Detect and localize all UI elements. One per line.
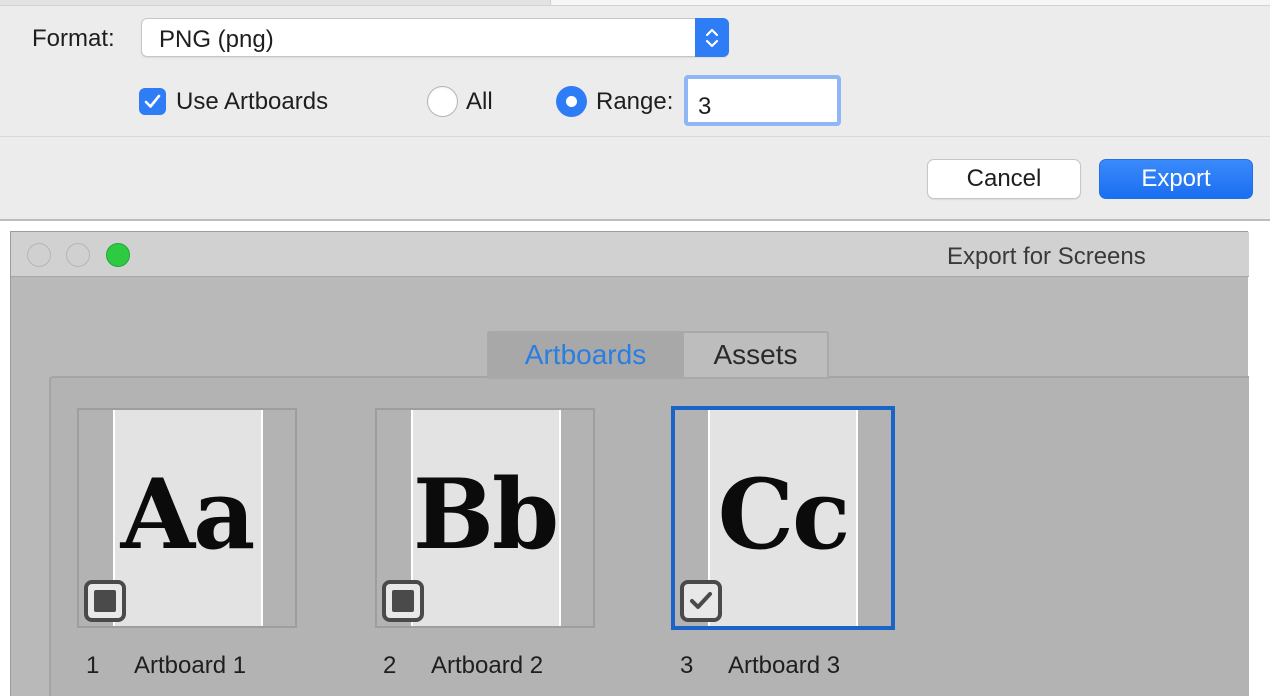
range-input[interactable] bbox=[684, 75, 841, 126]
use-artboards-checkbox[interactable] bbox=[139, 88, 166, 115]
radio-range[interactable] bbox=[556, 86, 587, 117]
radio-range-label: Range: bbox=[596, 88, 674, 115]
use-artboards-label: Use Artboards bbox=[176, 88, 329, 115]
artboard-number: 2 bbox=[383, 652, 397, 679]
artboard-name[interactable]: Artboard 3 bbox=[728, 652, 840, 679]
tab-assets[interactable]: Assets bbox=[683, 331, 829, 379]
dialog-top-strip bbox=[0, 0, 1270, 6]
mixed-state-icon bbox=[392, 590, 414, 612]
artboard-number: 1 bbox=[86, 652, 100, 679]
checkmark-icon bbox=[144, 94, 161, 108]
artboard-tile-selected[interactable]: Cc bbox=[671, 406, 895, 630]
artboard-caption: 1 Artboard 1 bbox=[86, 652, 246, 680]
format-select-value: PNG (png) bbox=[159, 26, 274, 53]
export-options-dialog: Format: PNG (png) Use Artboards All Rang… bbox=[0, 0, 1270, 221]
tab-artboards[interactable]: Artboards bbox=[487, 331, 683, 379]
radio-all[interactable] bbox=[427, 86, 458, 117]
radio-all-label: All bbox=[466, 88, 493, 115]
format-label: Format: bbox=[32, 25, 115, 52]
artboard-caption: 3 Artboard 3 bbox=[680, 652, 840, 680]
artboard-caption: 2 Artboard 2 bbox=[383, 652, 543, 680]
artboard-number: 3 bbox=[680, 652, 694, 679]
close-window-button[interactable] bbox=[27, 243, 51, 267]
artboard-tile[interactable]: Aa bbox=[77, 408, 297, 628]
minimize-window-button[interactable] bbox=[66, 243, 90, 267]
artboard-select-checkbox[interactable] bbox=[84, 580, 126, 622]
tab-bar: Artboards Assets bbox=[487, 331, 829, 379]
checkmark-icon bbox=[690, 592, 712, 609]
artboard-select-checkbox[interactable] bbox=[680, 580, 722, 622]
export-button[interactable]: Export bbox=[1099, 159, 1253, 199]
window-title: Export for Screens bbox=[947, 243, 1146, 270]
strip-highlight bbox=[550, 0, 1270, 5]
artboard-tile[interactable]: Bb bbox=[375, 408, 595, 628]
zoom-window-button[interactable] bbox=[106, 243, 130, 267]
artboard-name[interactable]: Artboard 1 bbox=[134, 652, 246, 679]
mixed-state-icon bbox=[94, 590, 116, 612]
window-titlebar: Export for Screens bbox=[11, 232, 1249, 277]
radio-selected-dot bbox=[566, 96, 577, 107]
dialog-divider bbox=[0, 136, 1270, 137]
cancel-button[interactable]: Cancel bbox=[927, 159, 1081, 199]
format-select[interactable]: PNG (png) bbox=[141, 18, 729, 57]
artboard-select-checkbox[interactable] bbox=[382, 580, 424, 622]
artboard-name[interactable]: Artboard 2 bbox=[431, 652, 543, 679]
chevron-up-down-icon bbox=[695, 18, 729, 57]
